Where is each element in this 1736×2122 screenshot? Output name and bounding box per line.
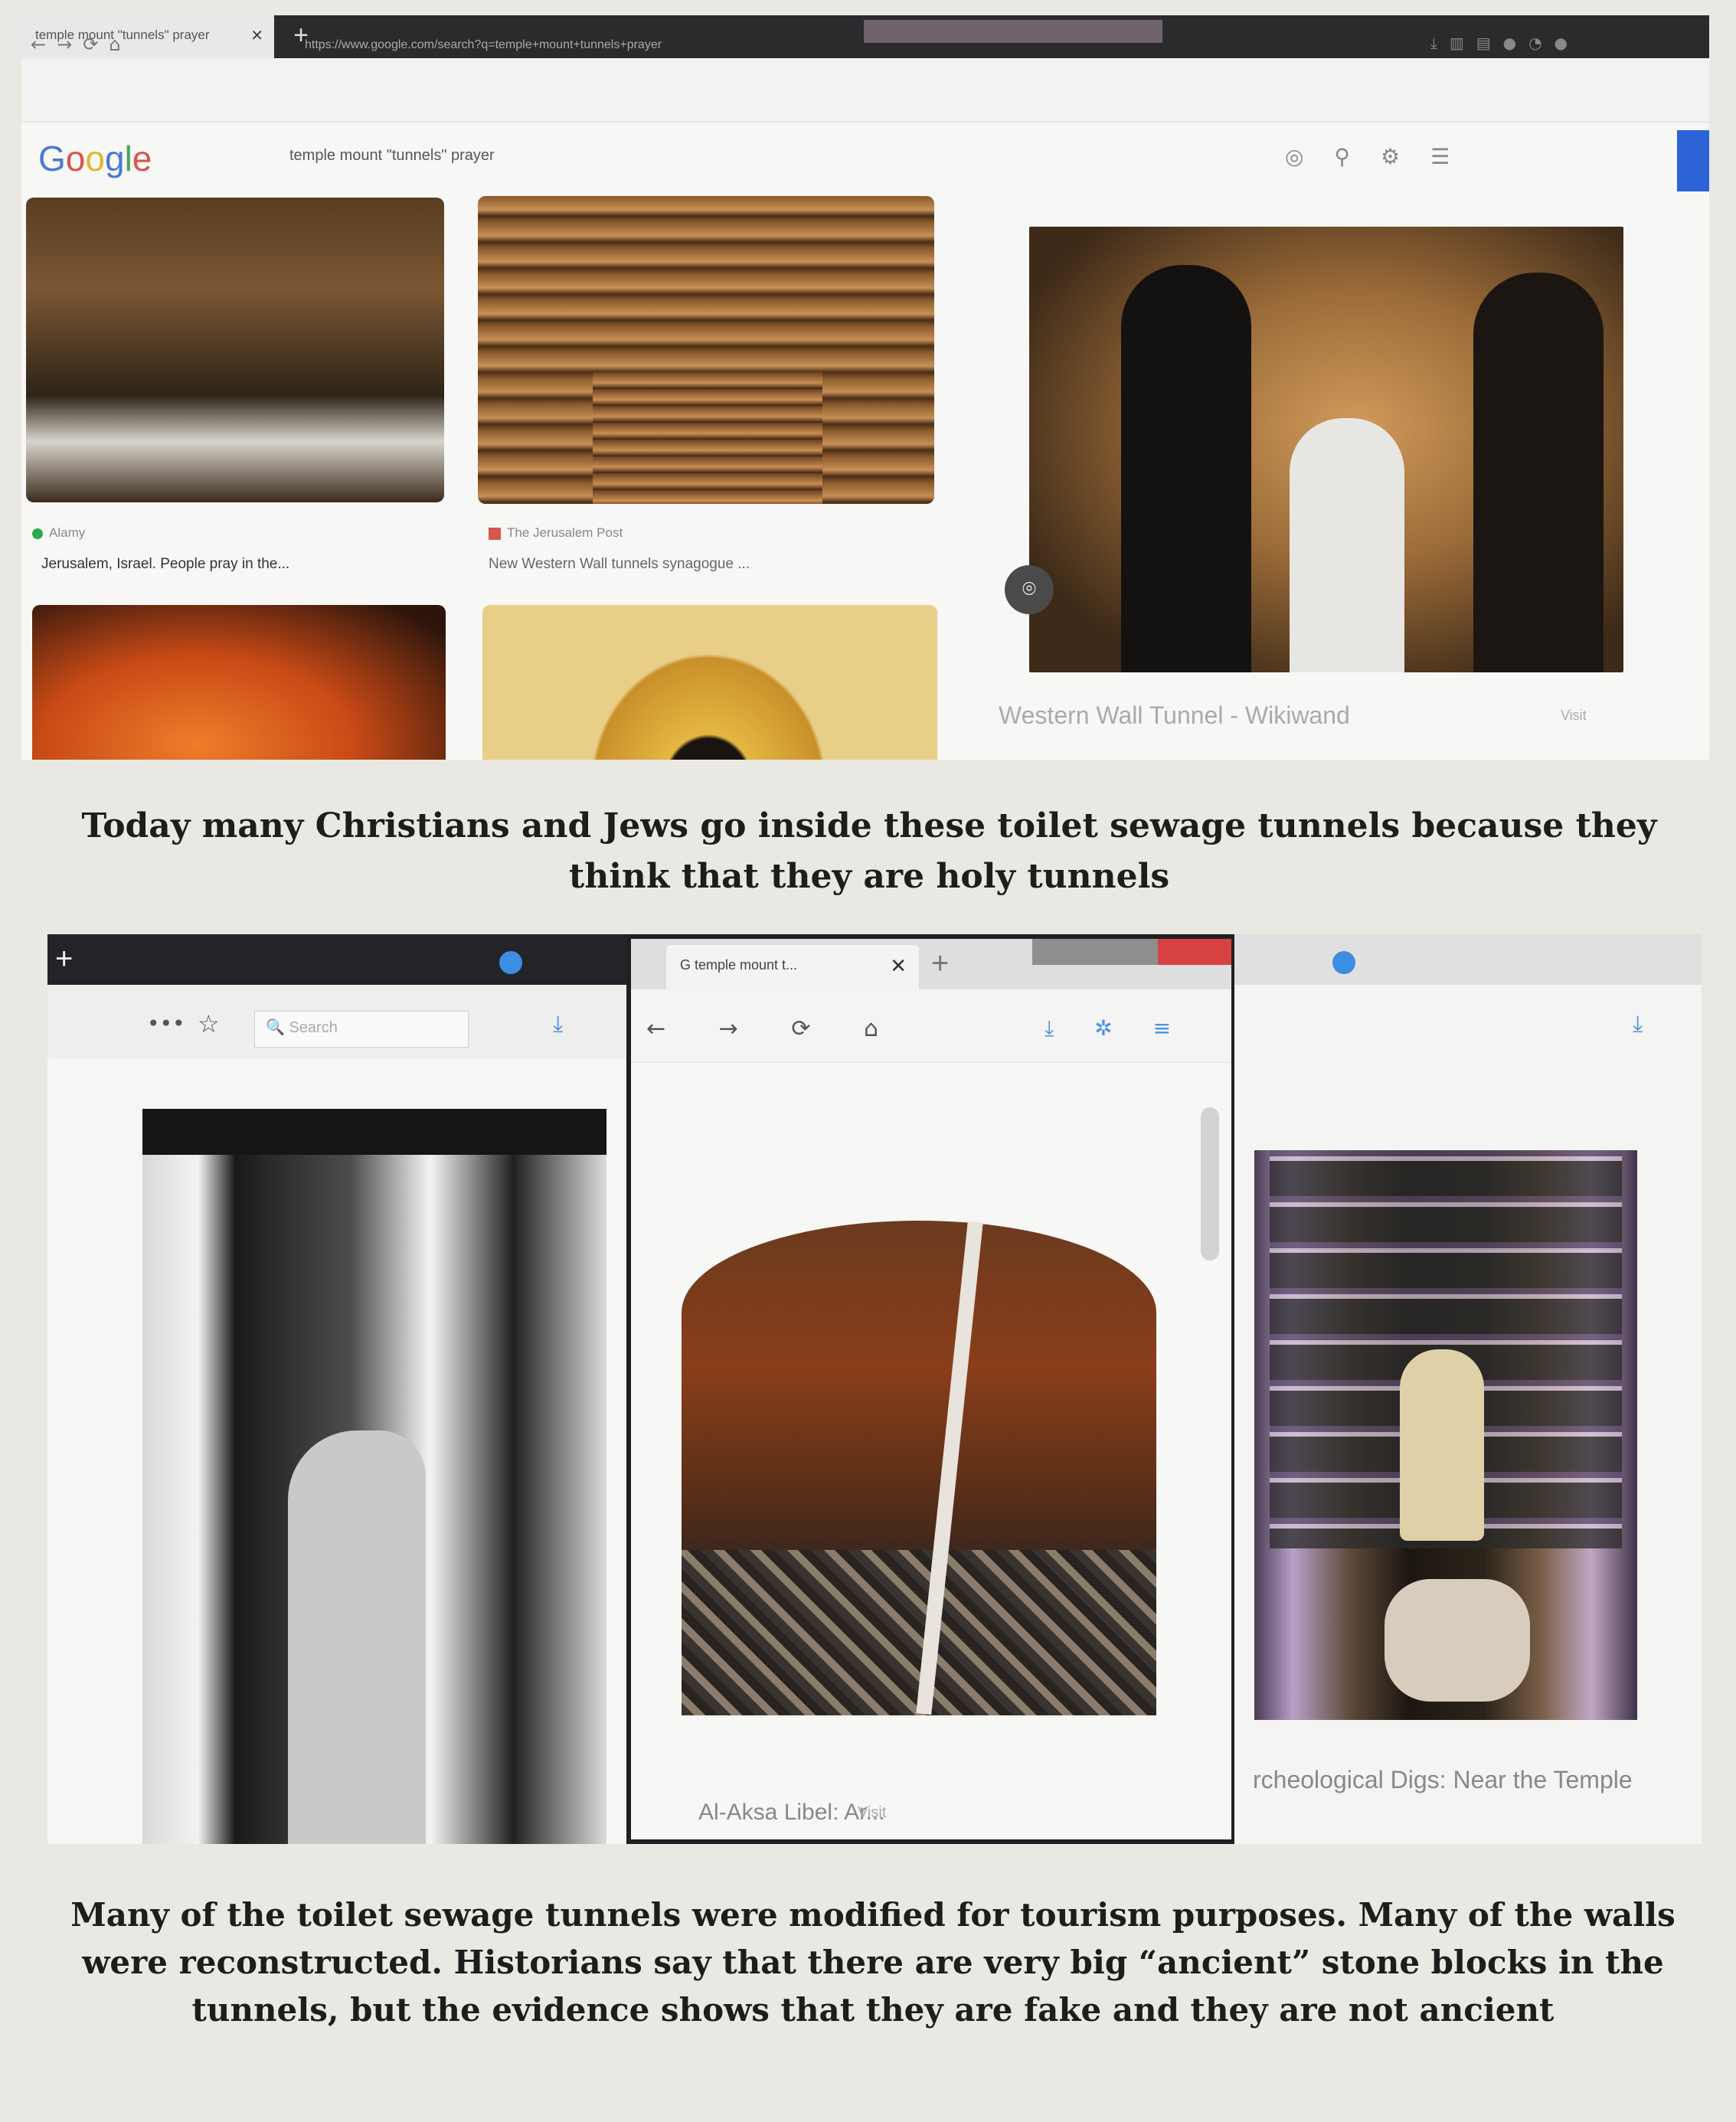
close-icon[interactable]: ✕ bbox=[250, 26, 263, 45]
tab-favicon bbox=[499, 951, 522, 974]
result-image-2[interactable] bbox=[478, 196, 934, 504]
title-strip bbox=[864, 20, 1162, 43]
result-caption-1[interactable]: Jerusalem, Israel. People pray in the... bbox=[41, 556, 289, 573]
close-icon[interactable]: ✕ bbox=[890, 954, 907, 978]
browser-window-right: ⤓ rcheological Digs: Near the Temple bbox=[1234, 934, 1702, 1844]
preview-title[interactable]: Western Wall Tunnel - Wikiwand bbox=[999, 701, 1350, 730]
tab-bar bbox=[1234, 934, 1702, 985]
tab-bar bbox=[47, 934, 629, 985]
search-input[interactable]: 🔍 Search bbox=[254, 1011, 469, 1048]
browser-window-middle: G temple mount t... ✕ + ← → ⟳ ⌂ ⤓ ✲ ≡ Al… bbox=[626, 934, 1236, 1844]
new-tab-button[interactable]: + bbox=[931, 947, 949, 981]
result-source-1[interactable]: Alamy bbox=[32, 525, 85, 541]
download-icon[interactable]: ⤓ bbox=[1633, 1011, 1643, 1038]
caption-bottom: Many of the toilet sewage tunnels were m… bbox=[70, 1896, 1676, 2029]
browser-tab[interactable]: G temple mount t... ✕ bbox=[666, 945, 919, 989]
result-title[interactable]: rcheological Digs: Near the Temple bbox=[1253, 1766, 1633, 1794]
top-browser-screenshot: temple mount "tunnels" prayer ✕ + ←→⟳⌂ h… bbox=[21, 15, 1709, 760]
toolbar-icons[interactable]: ⤓▥▤●◔● bbox=[1430, 34, 1580, 52]
result-image-4[interactable] bbox=[482, 605, 937, 760]
sign-in-button[interactable] bbox=[1677, 130, 1709, 191]
tab-favicon bbox=[1332, 951, 1355, 974]
search-tools-icons[interactable]: ◎⚲⚙☰ bbox=[1285, 144, 1480, 169]
tunnel-photo-dig[interactable] bbox=[1254, 1150, 1637, 1720]
visit-button[interactable]: Visit bbox=[858, 1804, 886, 1822]
result-image-1[interactable] bbox=[26, 198, 444, 502]
toolbar-icons[interactable]: ⤓ ✲ ≡ bbox=[1045, 1015, 1188, 1041]
visit-button[interactable]: Visit bbox=[1561, 708, 1587, 724]
bottom-screenshots: + ••• ☆ 🔍 Search ⤓ G temple mount t... ✕… bbox=[47, 934, 1702, 1844]
preview-image[interactable] bbox=[1029, 227, 1623, 672]
result-title[interactable]: Al-Aksa Libel: Ar... bbox=[698, 1800, 884, 1826]
url-bar[interactable]: https://www.google.com/search?q=temple+m… bbox=[305, 38, 662, 52]
window-controls[interactable] bbox=[1032, 939, 1231, 965]
scrollbar[interactable] bbox=[1201, 1107, 1219, 1260]
google-logo[interactable]: Google bbox=[38, 138, 152, 179]
result-caption-2[interactable]: New Western Wall tunnels synagogue ... bbox=[489, 556, 750, 573]
star-icon[interactable]: ☆ bbox=[198, 1009, 220, 1038]
result-image-3[interactable] bbox=[32, 605, 446, 760]
search-query[interactable]: temple mount "tunnels" prayer bbox=[289, 147, 495, 165]
nav-buttons[interactable]: ←→⟳⌂ bbox=[31, 34, 132, 55]
new-tab-button[interactable]: + bbox=[55, 942, 73, 976]
navigation-bar bbox=[21, 58, 1709, 123]
result-source-2[interactable]: The Jerusalem Post bbox=[489, 525, 623, 541]
browser-window-left: + ••• ☆ 🔍 Search ⤓ bbox=[47, 934, 629, 1844]
lens-icon[interactable]: ⌾ bbox=[1005, 565, 1054, 614]
browser-tab-title: G temple mount t... bbox=[680, 957, 798, 973]
tunnel-photo-bw[interactable] bbox=[142, 1109, 606, 1844]
caption-top: Today many Christians and Jews go inside… bbox=[81, 806, 1657, 896]
tunnel-photo-arch[interactable] bbox=[682, 1221, 1156, 1715]
nav-buttons[interactable]: ← → ⟳ ⌂ bbox=[646, 1015, 901, 1042]
more-icon[interactable]: ••• bbox=[147, 1011, 185, 1036]
download-icon[interactable]: ⤓ bbox=[553, 1011, 563, 1038]
